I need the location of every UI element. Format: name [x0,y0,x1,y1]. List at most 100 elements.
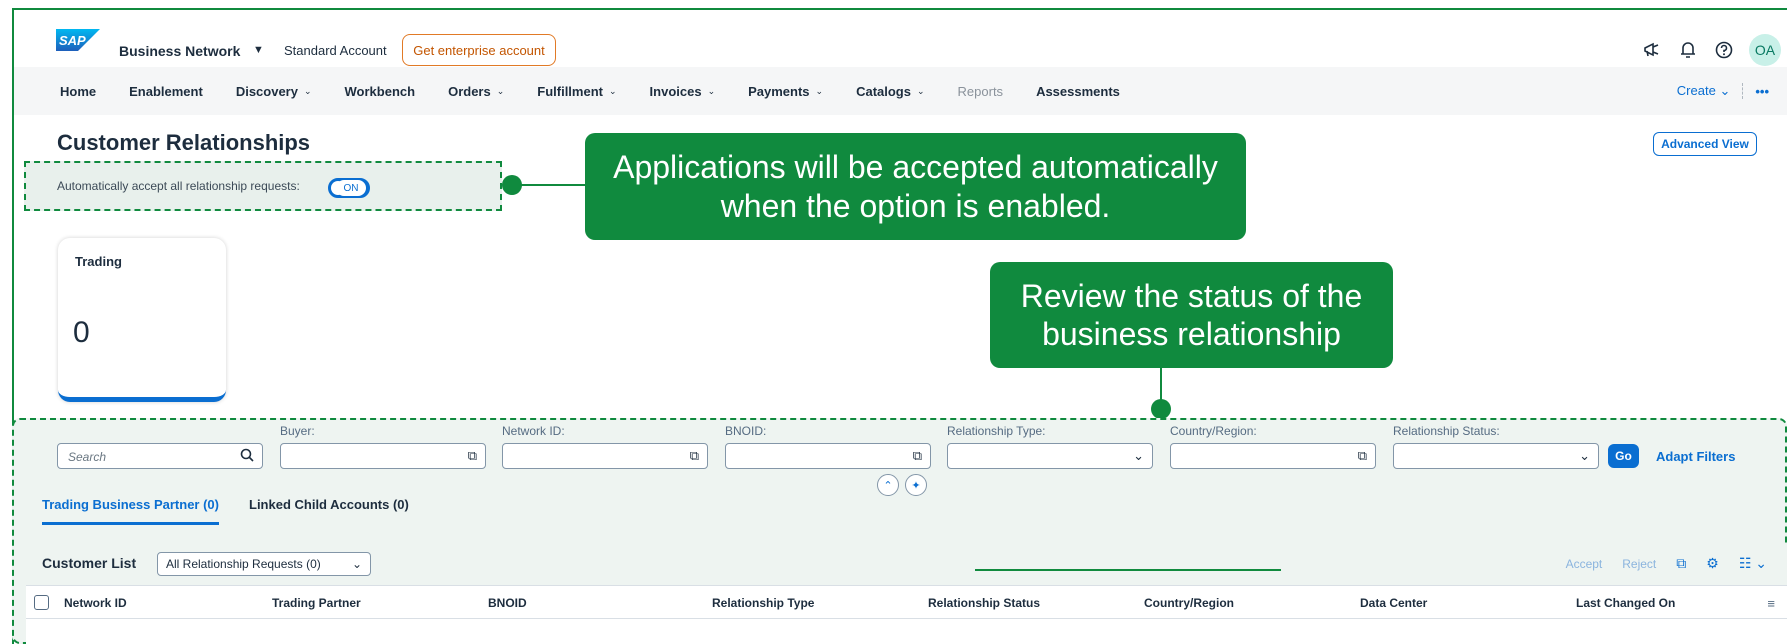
callout-review-status: Review the status of the business relati… [990,262,1393,368]
settings-icon[interactable]: ⚙ [1706,555,1719,572]
nav-item-label: Catalogs [856,83,911,99]
chevron-down-icon: ⌄ [496,85,505,96]
create-menu[interactable]: Create ⌄ [1677,83,1731,99]
chevron-down-icon: ⌄ [707,85,716,96]
table-toolbar: Customer List All Relationship Requests … [26,545,1787,585]
column-header-bnoid[interactable]: BNOID [488,596,527,610]
nav-item-reports: Reports [958,84,1004,99]
collapse-icon[interactable]: ⌃ [877,474,899,496]
pin-icon[interactable]: ✦ [905,474,927,496]
chevron-down-icon: ⌄ [608,85,617,96]
bell-icon[interactable] [1677,39,1699,61]
nav-item-label: Fulfillment [537,83,603,99]
accept-button[interactable]: Accept [1566,557,1603,571]
nav-actions: Create ⌄ ••• [1677,67,1769,115]
create-label: Create [1676,83,1716,98]
nav-item-discovery[interactable]: Discovery ⌄ [236,84,312,99]
table-title: Customer List [42,555,137,571]
chevron-down-icon[interactable]: ⌄ [1133,448,1144,464]
relationship-type-select[interactable]: ⌄ [947,443,1153,469]
column-header-country-region[interactable]: Country/Region [1144,596,1234,610]
nav-item-catalogs[interactable]: Catalogs ⌄ [856,84,924,99]
nav-item-fulfillment[interactable]: Fulfillment ⌄ [537,84,616,99]
search-icon[interactable] [240,448,254,465]
product-menu-caret[interactable]: ▼ [253,44,264,56]
chevron-down-icon: ⌄ [1719,83,1731,98]
get-enterprise-account-button[interactable]: Get enterprise account [402,34,556,66]
callout-connector-line [1160,368,1162,400]
filter-label-bnoid: BNOID: [725,424,767,438]
nav-item-assessments[interactable]: Assessments [1036,84,1120,99]
sap-logo[interactable]: SAP [56,29,100,51]
value-help-icon[interactable]: ⧉ [1358,448,1367,464]
product-name[interactable]: Business Network [119,43,240,59]
nav-item-home[interactable]: Home [60,84,96,99]
export-icon[interactable]: ☷ ⌄ [1739,555,1767,572]
column-header-network-id[interactable]: Network ID [64,596,127,610]
chevron-down-icon: ⌄ [815,85,824,96]
tab-trading-business-partner[interactable]: Trading Business Partner (0) [42,497,219,525]
tab-bar: Trading Business Partner (0) Linked Chil… [42,497,409,525]
table-actions: Accept Reject ⧉ ⚙ ☷ ⌄ [1566,555,1767,572]
adapt-filters-link[interactable]: Adapt Filters [1656,449,1735,464]
copy-icon[interactable]: ⧉ [1676,555,1686,572]
nav-item-orders[interactable]: Orders ⌄ [448,84,504,99]
auto-accept-toggle[interactable]: ON [328,178,370,198]
callout-connector-dot [502,175,522,195]
auto-accept-label: Automatically accept all relationship re… [57,179,300,193]
megaphone-icon[interactable] [1641,39,1663,61]
more-options-icon[interactable]: ••• [1755,84,1769,99]
relationship-status-select[interactable]: ⌄ [1393,443,1599,469]
callout-auto-accept: Applications will be accepted automatica… [585,133,1246,240]
filter-label-relationship-type: Relationship Type: [947,424,1046,438]
shell-bar: SAP Business Network ▼ Standard Account … [14,10,1787,66]
main-navigation: Home Enablement Discovery ⌄ Workbench Ord… [14,67,1787,115]
value-help-icon[interactable]: ⧉ [690,448,699,464]
filter-label-relationship-status: Relationship Status: [1393,424,1500,438]
search-input[interactable]: Search [57,443,263,469]
user-avatar[interactable]: OA [1749,34,1781,66]
network-id-field[interactable]: ⧉ [502,443,708,469]
column-header-last-changed-on[interactable]: Last Changed On [1576,596,1675,610]
nav-item-label: Orders [448,83,491,99]
help-icon[interactable] [1713,39,1735,61]
nav-item-label: Discovery [235,83,298,99]
nav-item-invoices[interactable]: Invoices ⌄ [650,84,716,99]
select-all-checkbox[interactable] [34,595,49,610]
column-header-relationship-status[interactable]: Relationship Status [928,596,1040,610]
shell-actions: OA [1641,34,1787,66]
select-value: All Relationship Requests (0) [166,557,321,571]
reject-button[interactable]: Reject [1622,557,1656,571]
nav-item-workbench[interactable]: Workbench [345,84,416,99]
nav-item-label: Assessments [1036,83,1120,99]
column-header-data-center[interactable]: Data Center [1360,596,1427,610]
filter-label-buyer: Buyer: [280,424,315,438]
chevron-down-icon[interactable]: ⌄ [1579,448,1590,464]
value-help-icon[interactable]: ⧉ [913,448,922,464]
sort-icon[interactable]: ≡ [1767,596,1775,611]
nav-item-label: Invoices [649,83,702,99]
trading-tile[interactable]: Trading 0 [58,238,226,402]
tile-title: Trading [75,254,122,269]
nav-items: Home Enablement Discovery ⌄ Workbench Ord… [60,67,1120,115]
filter-bar-controls: ⌃ ✦ [877,474,927,496]
nav-item-payments[interactable]: Payments ⌄ [748,84,823,99]
column-header-relationship-type[interactable]: Relationship Type [712,596,814,610]
callout-connector-dot [1151,399,1171,419]
nav-item-enablement[interactable]: Enablement [129,84,203,99]
nav-item-label: Home [60,83,97,99]
bnoid-field[interactable]: ⧉ [725,443,931,469]
tab-linked-child-accounts[interactable]: Linked Child Accounts (0) [249,497,409,525]
callout-underline [975,569,1281,571]
nav-item-label: Enablement [129,83,203,99]
buyer-field[interactable]: ⧉ [280,443,486,469]
auto-accept-section: Automatically accept all relationship re… [24,161,502,211]
advanced-view-button[interactable]: Advanced View [1653,132,1757,156]
divider [1742,83,1744,99]
value-help-icon[interactable]: ⧉ [468,448,477,464]
relationship-requests-select[interactable]: All Relationship Requests (0) ⌄ [157,552,371,576]
column-header-trading-partner[interactable]: Trading Partner [272,596,361,610]
nav-item-label: Payments [748,83,810,99]
go-button[interactable]: Go [1608,444,1639,468]
country-region-field[interactable]: ⧉ [1170,443,1376,469]
